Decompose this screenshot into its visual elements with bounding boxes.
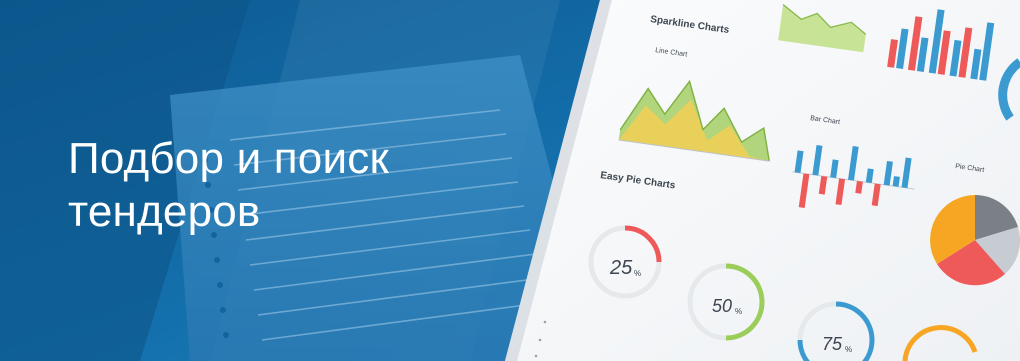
headline-line-1: Подбор и поиск [68,134,389,183]
headline: Подбор и поиск тендеров [68,132,389,238]
easy-pie-75-pct: % [845,345,852,354]
headline-line-2: тендеров [68,187,261,236]
tender-banner: Sparkline Charts Line Chart Bar Chart Ea… [0,0,1020,361]
easy-pie-25-pct: % [634,269,641,278]
easy-pie-50-value: 50 [712,296,732,316]
easy-pie-75-value: 75 [822,334,843,354]
easy-pie-25-value: 25 [609,257,633,279]
easy-pie-50-pct: % [735,307,742,316]
pie-chart [930,195,1020,286]
